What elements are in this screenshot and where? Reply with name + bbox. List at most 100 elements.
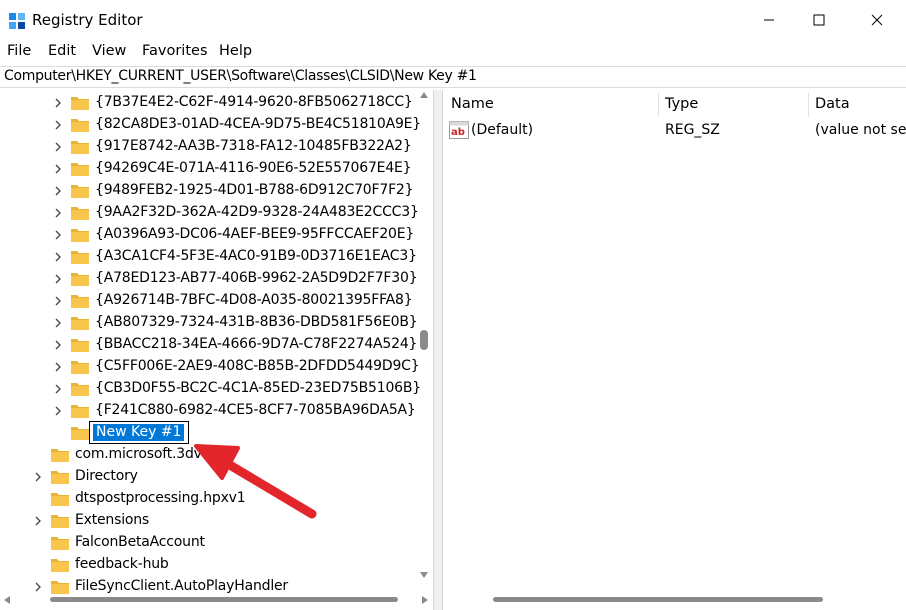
tree-item-label: feedback-hub — [75, 556, 169, 572]
tree-item-new-key[interactable] — [0, 422, 416, 444]
address-path[interactable]: Computer\HKEY_CURRENT_USER\Software\Clas… — [4, 68, 477, 84]
column-divider[interactable] — [808, 93, 809, 117]
tree-item-class-key[interactable]: feedback-hub — [0, 554, 416, 576]
rename-key-input[interactable]: New Key #1 — [89, 421, 189, 444]
address-bar[interactable]: Computer\HKEY_CURRENT_USER\Software\Clas… — [0, 66, 906, 88]
folder-icon — [71, 273, 89, 286]
chevron-right-icon[interactable] — [52, 405, 64, 417]
folder-icon — [71, 427, 89, 440]
tree-item-class-key[interactable]: Extensions — [0, 510, 416, 532]
tree-horizontal-scrollbar[interactable] — [0, 590, 433, 610]
tree-item-label: Extensions — [75, 512, 150, 528]
chevron-right-icon[interactable] — [52, 251, 64, 263]
values-pane[interactable]: Name Type Data ab (Default) REG_SZ (valu… — [442, 90, 906, 610]
tree-item-clsid-key[interactable]: {A78ED123-AB77-406B-9962-2A5D9D2F7F30} — [0, 268, 418, 290]
maximize-icon — [813, 14, 825, 26]
tree-item-class-key[interactable]: dtspostprocessing.hpxv1 — [0, 488, 416, 510]
value-row[interactable]: ab (Default) REG_SZ (value not set) — [443, 120, 906, 142]
tree-item-clsid-key[interactable]: {A3CA1CF4-5F3E-4AC0-91B9-0D3716E1EAC3} — [0, 246, 417, 268]
scroll-right-icon[interactable] — [422, 596, 428, 604]
tree-item-clsid-key[interactable]: {AB807329-7324-431B-8B36-DBD581F56E0B} — [0, 312, 418, 334]
column-header-data[interactable]: Data — [815, 96, 850, 112]
menu-bar: File Edit View Favorites Help — [0, 41, 906, 63]
close-icon — [871, 14, 883, 26]
tree-item-label: {A0396A93-DC06-4AEF-BEE9-95FFCCAEF20E} — [95, 226, 415, 242]
tree-item-label: FalconBetaAccount — [75, 534, 205, 550]
minimize-button[interactable] — [742, 0, 796, 40]
folder-icon — [51, 493, 69, 506]
folder-icon — [71, 97, 89, 110]
folder-icon — [71, 361, 89, 374]
tree-item-class-key[interactable]: Directory — [0, 466, 416, 488]
chevron-right-icon[interactable] — [52, 141, 64, 153]
rename-key-text[interactable]: New Key #1 — [93, 424, 185, 441]
regedit-icon — [9, 13, 25, 29]
chevron-right-icon[interactable] — [52, 185, 64, 197]
chevron-right-icon[interactable] — [52, 295, 64, 307]
title-bar: Registry Editor — [0, 0, 906, 40]
chevron-right-icon[interactable] — [32, 515, 44, 527]
chevron-right-icon[interactable] — [52, 163, 64, 175]
chevron-right-icon[interactable] — [52, 207, 64, 219]
tree-item-clsid-key[interactable]: {94269C4E-071A-4116-90E6-52E557067E4E} — [0, 158, 416, 180]
chevron-right-icon[interactable] — [52, 361, 64, 373]
chevron-right-icon[interactable] — [52, 383, 64, 395]
tree-item-clsid-key[interactable]: {917E8742-AA3B-7318-FA12-10485FB322A2} — [0, 136, 416, 158]
maximize-button[interactable] — [792, 0, 846, 40]
menu-edit[interactable]: Edit — [48, 43, 76, 59]
menu-help[interactable]: Help — [219, 43, 252, 59]
menu-view[interactable]: View — [92, 43, 126, 59]
tree-item-clsid-key[interactable]: {9AA2F32D-362A-42D9-9328-24A483E2CCC3} — [0, 202, 419, 224]
tree-item-clsid-key[interactable]: {9489FEB2-1925-4D01-B788-6D912C70F7F2} — [0, 180, 416, 202]
tree-item-label: Directory — [75, 468, 138, 484]
tree-item-label: dtspostprocessing.hpxv1 — [75, 490, 246, 506]
tree-item-clsid-key[interactable]: {C5FF006E-2AE9-408C-B85B-2DFDD5449D9C} — [0, 356, 420, 378]
menu-favorites[interactable]: Favorites — [142, 43, 208, 59]
chevron-right-icon[interactable] — [52, 339, 64, 351]
tree-item-clsid-key[interactable]: {82CA8DE3-01AD-4CEA-9D75-BE4C51810A9E} — [0, 114, 421, 136]
tree-item-class-key[interactable]: com.microsoft.3dvie — [0, 444, 416, 466]
tree-item-class-key[interactable]: FalconBetaAccount — [0, 532, 416, 554]
folder-icon — [51, 515, 69, 528]
close-button[interactable] — [850, 0, 904, 40]
column-divider[interactable] — [658, 93, 659, 117]
menu-file[interactable]: File — [7, 43, 31, 59]
column-header-type[interactable]: Type — [665, 96, 698, 112]
folder-icon — [71, 295, 89, 308]
tree-vertical-scrollbar[interactable] — [416, 90, 432, 590]
scroll-down-icon[interactable] — [420, 572, 428, 578]
chevron-right-icon[interactable] — [52, 229, 64, 241]
tree-item-clsid-key[interactable]: {7B37E4E2-C62F-4914-9620-8FB5062718CC} — [0, 92, 416, 114]
chevron-right-icon[interactable] — [52, 273, 64, 285]
value-name: (Default) — [471, 122, 534, 138]
chevron-right-icon[interactable] — [52, 119, 64, 131]
tree-item-clsid-key[interactable]: {BBACC218-34EA-4666-9D7A-C78F2274A524} — [0, 334, 417, 356]
values-horizontal-scrollbar[interactable] — [443, 590, 906, 610]
tree-item-clsid-key[interactable]: {A926714B-7BFC-4D08-A035-80021395FFA8} — [0, 290, 416, 312]
values-hscroll-thumb[interactable] — [493, 597, 823, 602]
chevron-right-icon[interactable] — [52, 317, 64, 329]
folder-icon — [71, 383, 89, 396]
tree-vscroll-thumb[interactable] — [420, 330, 428, 350]
minimize-icon — [764, 19, 774, 21]
tree-item-clsid-key[interactable]: {F241C880-6982-4CE5-8CF7-7085BA96DA5A} — [0, 400, 416, 422]
scroll-left-icon[interactable] — [4, 596, 10, 604]
tree-item-label: {CB3D0F55-BC2C-4C1A-85ED-23ED75B5106B} — [95, 380, 421, 396]
tree-hscroll-thumb[interactable] — [50, 597, 398, 602]
tree-item-label: {F241C880-6982-4CE5-8CF7-7085BA96DA5A} — [95, 402, 416, 418]
tree-item-label: {9489FEB2-1925-4D01-B788-6D912C70F7F2} — [95, 182, 414, 198]
reg-sz-icon: ab — [449, 121, 469, 139]
tree-item-clsid-key[interactable]: {A0396A93-DC06-4AEF-BEE9-95FFCCAEF20E} — [0, 224, 416, 246]
chevron-right-icon[interactable] — [32, 471, 44, 483]
chevron-right-icon[interactable] — [52, 97, 64, 109]
pane-splitter[interactable] — [434, 90, 442, 610]
folder-icon — [71, 119, 89, 132]
tree-item-clsid-key[interactable]: {CB3D0F55-BC2C-4C1A-85ED-23ED75B5106B} — [0, 378, 421, 400]
key-tree-pane[interactable]: {7B37E4E2-C62F-4914-9620-8FB5062718CC} {8… — [0, 90, 434, 610]
column-header-name[interactable]: Name — [451, 96, 494, 112]
window-title: Registry Editor — [32, 11, 143, 29]
tree-item-label: {AB807329-7324-431B-8B36-DBD581F56E0B} — [95, 314, 418, 330]
scroll-up-icon[interactable] — [420, 92, 428, 98]
folder-icon — [71, 229, 89, 242]
folder-icon — [71, 185, 89, 198]
